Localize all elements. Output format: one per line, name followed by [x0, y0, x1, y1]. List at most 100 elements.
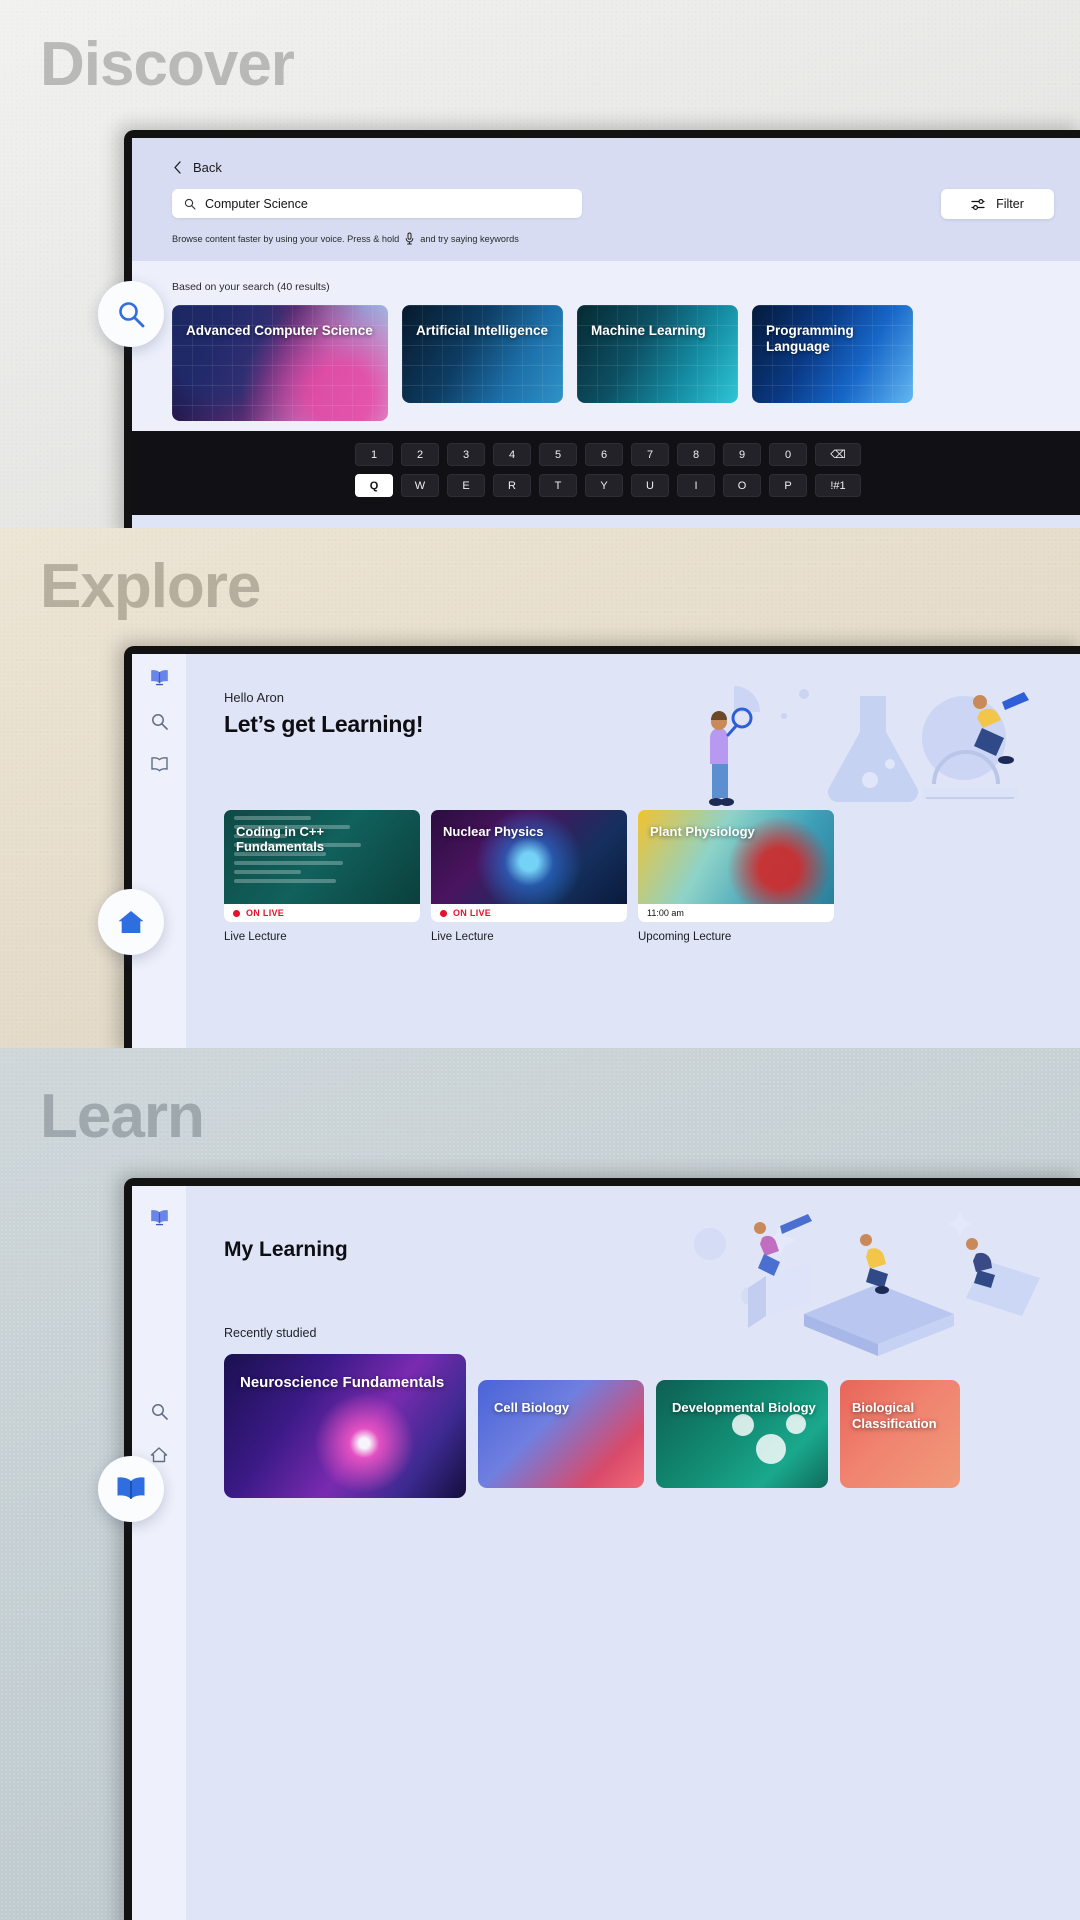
key-r[interactable]: R — [493, 474, 531, 497]
search-area: Computer Science Filter — [172, 189, 1054, 219]
greeting-title: Let’s get Learning! — [224, 711, 424, 737]
back-button[interactable]: Back — [172, 160, 1054, 175]
course-title: Neuroscience Fundamentals — [240, 1374, 445, 1391]
lecture-badge: ON LIVE — [453, 908, 492, 918]
backspace-key[interactable]: ⌫ — [815, 443, 861, 466]
result-card[interactable]: Advanced Computer Science — [172, 305, 388, 421]
key-w[interactable]: W — [401, 474, 439, 497]
floating-library-button[interactable] — [98, 1456, 164, 1522]
key-y[interactable]: Y — [585, 474, 623, 497]
floating-search-button[interactable] — [98, 281, 164, 347]
tv-frame-explore: Hello Aron Let’s get Learning! Coding in… — [124, 646, 1080, 1048]
key-9[interactable]: 9 — [723, 443, 761, 466]
key-e[interactable]: E — [447, 474, 485, 497]
chevron-left-icon — [172, 161, 183, 174]
results-count-label: Based on your search (40 results) — [172, 281, 330, 293]
lecture-card[interactable]: Nuclear Physics ON LIVE Live Lecture — [431, 810, 627, 943]
lecture-card[interactable]: Coding in C++ Fundamentals ON LIVE Live … — [224, 810, 420, 943]
key-8[interactable]: 8 — [677, 443, 715, 466]
lecture-badge: ON LIVE — [246, 908, 285, 918]
tv-screen-learn: My Learning Recently studied Neuroscienc… — [132, 1186, 1080, 1920]
floating-home-button[interactable] — [98, 889, 164, 955]
lecture-caption: Live Lecture — [224, 931, 287, 943]
tv-screen-discover: Back Computer Science Filter Browse cont… — [132, 138, 1080, 528]
search-input[interactable]: Computer Science — [172, 189, 582, 218]
key-q[interactable]: Q — [355, 474, 393, 497]
learn-app-shell: My Learning Recently studied Neuroscienc… — [132, 1186, 1080, 1920]
key-2[interactable]: 2 — [401, 443, 439, 466]
key-u[interactable]: U — [631, 474, 669, 497]
search-header: Back Computer Science Filter Browse cont… — [132, 138, 1080, 261]
lecture-status-bar: ON LIVE — [224, 904, 420, 922]
keyboard-number-row: 1 2 3 4 5 6 7 8 9 0 ⌫ — [132, 443, 1080, 466]
key-t[interactable]: T — [539, 474, 577, 497]
greeting-name: Hello Aron — [224, 690, 284, 705]
lecture-card[interactable]: Plant Physiology 11:00 am Upcoming Lectu… — [638, 810, 834, 943]
learn-main: My Learning Recently studied Neuroscienc… — [186, 1186, 1080, 1920]
search-icon — [184, 198, 196, 210]
key-7[interactable]: 7 — [631, 443, 669, 466]
course-card[interactable]: Cell Biology — [478, 1380, 644, 1488]
home-icon — [116, 908, 146, 936]
on-screen-keyboard[interactable]: 1 2 3 4 5 6 7 8 9 0 ⌫ Q W E R T Y U I O … — [132, 431, 1080, 515]
showcase-root: Discover Back Computer Science Filter Br… — [0, 0, 1080, 1920]
lecture-title: Nuclear Physics — [443, 824, 544, 839]
home-icon[interactable] — [150, 1446, 168, 1463]
scene-discover: Discover Back Computer Science Filter Br… — [0, 0, 1080, 528]
lecture-title: Coding in C++ Fundamentals — [236, 824, 325, 855]
key-o[interactable]: O — [723, 474, 761, 497]
search-icon[interactable] — [151, 1403, 168, 1420]
scene-explore: Explore Hello Aron Let’s get Learning! C… — [0, 528, 1080, 1048]
key-5[interactable]: 5 — [539, 443, 577, 466]
book-open-icon[interactable] — [149, 1208, 170, 1227]
lecture-status-bar: ON LIVE — [431, 904, 627, 922]
course-card-row: Neuroscience Fundamentals Cell Biology D… — [224, 1354, 1080, 1498]
lecture-caption: Live Lecture — [431, 931, 494, 943]
scene-label-learn: Learn — [40, 1082, 205, 1151]
scene-label-explore: Explore — [40, 552, 261, 621]
key-4[interactable]: 4 — [493, 443, 531, 466]
key-0[interactable]: 0 — [769, 443, 807, 466]
key-p[interactable]: P — [769, 474, 807, 497]
learn-hero-illustration — [654, 1196, 1080, 1366]
explore-app-shell: Hello Aron Let’s get Learning! Coding in… — [132, 654, 1080, 1048]
result-card-title: Advanced Computer Science — [186, 323, 373, 338]
sliders-icon — [971, 198, 986, 211]
scene-learn: Learn My Learning Recently studied Neuro… — [0, 1048, 1080, 1920]
learn-sidebar-rail — [132, 1186, 186, 1920]
lecture-thumbnail: Coding in C++ Fundamentals — [224, 810, 420, 904]
microphone-icon[interactable] — [405, 232, 414, 245]
result-card[interactable]: Programming Language — [752, 305, 913, 403]
result-card[interactable]: Machine Learning — [577, 305, 738, 403]
key-i[interactable]: I — [677, 474, 715, 497]
greeting-block: Hello Aron Let’s get Learning! — [224, 690, 1080, 738]
book-icon[interactable] — [150, 756, 169, 773]
filter-button[interactable]: Filter — [941, 189, 1054, 219]
explore-main: Hello Aron Let’s get Learning! Coding in… — [186, 654, 1080, 1048]
live-dot-icon — [233, 909, 240, 917]
key-1[interactable]: 1 — [355, 443, 393, 466]
course-card[interactable]: Developmental Biology — [656, 1380, 828, 1488]
scene-label-discover: Discover — [40, 30, 295, 99]
lecture-thumbnail: Nuclear Physics — [431, 810, 627, 904]
course-card[interactable]: Neuroscience Fundamentals — [224, 1354, 466, 1498]
search-value: Computer Science — [205, 196, 308, 211]
result-card-title: Artificial Intelligence — [416, 323, 549, 338]
tv-screen-explore: Hello Aron Let’s get Learning! Coding in… — [132, 654, 1080, 1048]
course-card[interactable]: Biological Classification — [840, 1380, 960, 1488]
page-title: My Learning — [224, 1238, 348, 1261]
key-6[interactable]: 6 — [585, 443, 623, 466]
symbols-key[interactable]: !#1 — [815, 474, 861, 497]
search-icon[interactable] — [151, 713, 168, 730]
result-card-title: Machine Learning — [591, 323, 706, 338]
book-open-icon — [115, 1475, 147, 1503]
tv-frame-discover: Back Computer Science Filter Browse cont… — [124, 130, 1080, 528]
lecture-title: Plant Physiology — [650, 824, 755, 839]
result-card[interactable]: Artificial Intelligence — [402, 305, 563, 403]
voice-hint-before: Browse content faster by using your voic… — [172, 233, 400, 244]
lecture-badge: 11:00 am — [647, 908, 684, 918]
book-open-icon[interactable] — [149, 668, 170, 687]
key-3[interactable]: 3 — [447, 443, 485, 466]
keyboard-letter-row: Q W E R T Y U I O P !#1 — [132, 474, 1080, 497]
results-section: Based on your search (40 results) Advanc… — [132, 261, 1080, 431]
